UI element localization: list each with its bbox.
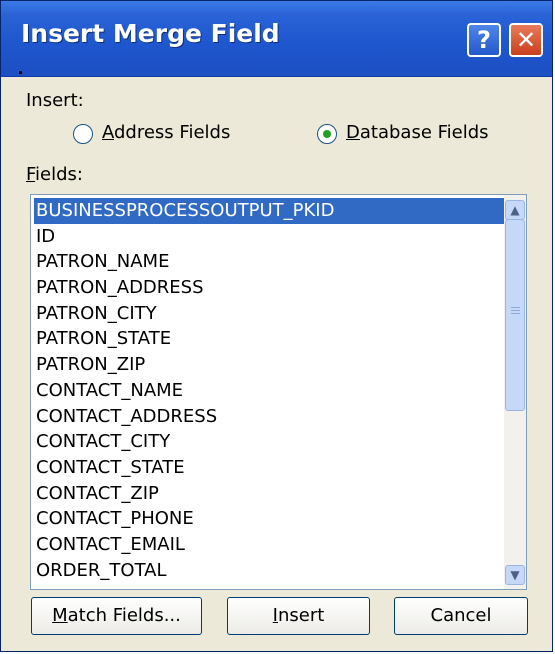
field-list-item[interactable]: CONTACT_ADDRESS	[34, 404, 504, 430]
field-list-item[interactable]: BUSINESSPROCESSOUTPUT_PKID	[34, 198, 504, 224]
dialog-title: Insert Merge Field	[21, 19, 280, 48]
field-list-item[interactable]: ORDER_TOTAL	[34, 558, 504, 584]
field-list-item[interactable]: CONTACT_ZIP	[34, 481, 504, 507]
chevron-down-icon: ▼	[510, 568, 520, 582]
scroll-up-button[interactable]: ▲	[505, 200, 525, 220]
insert-button[interactable]: Insert	[227, 597, 370, 635]
field-list-item[interactable]: PATRON_STATE	[34, 326, 504, 352]
field-list-item[interactable]: CONTACT_STATE	[34, 455, 504, 481]
field-list-item[interactable]: PATRON_ZIP	[34, 352, 504, 378]
close-icon: ✕	[515, 26, 537, 54]
focus-dot	[19, 71, 22, 74]
match-fields-button[interactable]: Match Fields...	[31, 597, 202, 635]
fields-list-items: BUSINESSPROCESSOUTPUT_PKID ID PATRON_NAME P…	[34, 198, 504, 583]
scroll-thumb[interactable]	[505, 219, 525, 411]
help-button[interactable]: ?	[467, 23, 501, 57]
grip-line	[511, 313, 520, 314]
field-list-item[interactable]: PATRON_ADDRESS	[34, 275, 504, 301]
field-list-item[interactable]: CONTACT_PHONE	[34, 506, 504, 532]
grip-line	[511, 310, 520, 311]
close-button[interactable]: ✕	[509, 23, 543, 57]
radio-label: Address Fields	[102, 122, 231, 143]
field-list-item[interactable]: CONTACT_EMAIL	[34, 532, 504, 558]
field-list-item[interactable]: PATRON_CITY	[34, 301, 504, 327]
insert-group-label: Insert:	[26, 90, 84, 111]
fields-label: Fields:	[26, 164, 83, 185]
chevron-up-icon: ▲	[510, 203, 520, 217]
field-list-item[interactable]: ID	[34, 224, 504, 250]
vertical-scrollbar[interactable]: ▲ ▼	[504, 195, 526, 589]
scroll-down-button[interactable]: ▼	[505, 565, 525, 585]
fields-listbox[interactable]: BUSINESSPROCESSOUTPUT_PKID ID PATRON_NAME P…	[30, 194, 527, 590]
title-bar[interactable]: Insert Merge Field ? ✕	[1, 1, 552, 77]
radio-button[interactable]	[317, 124, 337, 144]
field-list-item[interactable]: CONTACT_CITY	[34, 429, 504, 455]
field-list-item[interactable]: CONTACT_NAME	[34, 378, 504, 404]
field-list-item[interactable]: PATRON_NAME	[34, 249, 504, 275]
cancel-button[interactable]: Cancel	[394, 597, 528, 635]
radio-label: Database Fields	[346, 122, 489, 143]
help-icon: ?	[477, 26, 491, 54]
radio-button[interactable]	[73, 124, 93, 144]
insert-merge-field-dialog: Insert Merge Field ? ✕ Insert: Address F…	[0, 0, 553, 652]
grip-line	[511, 307, 520, 308]
